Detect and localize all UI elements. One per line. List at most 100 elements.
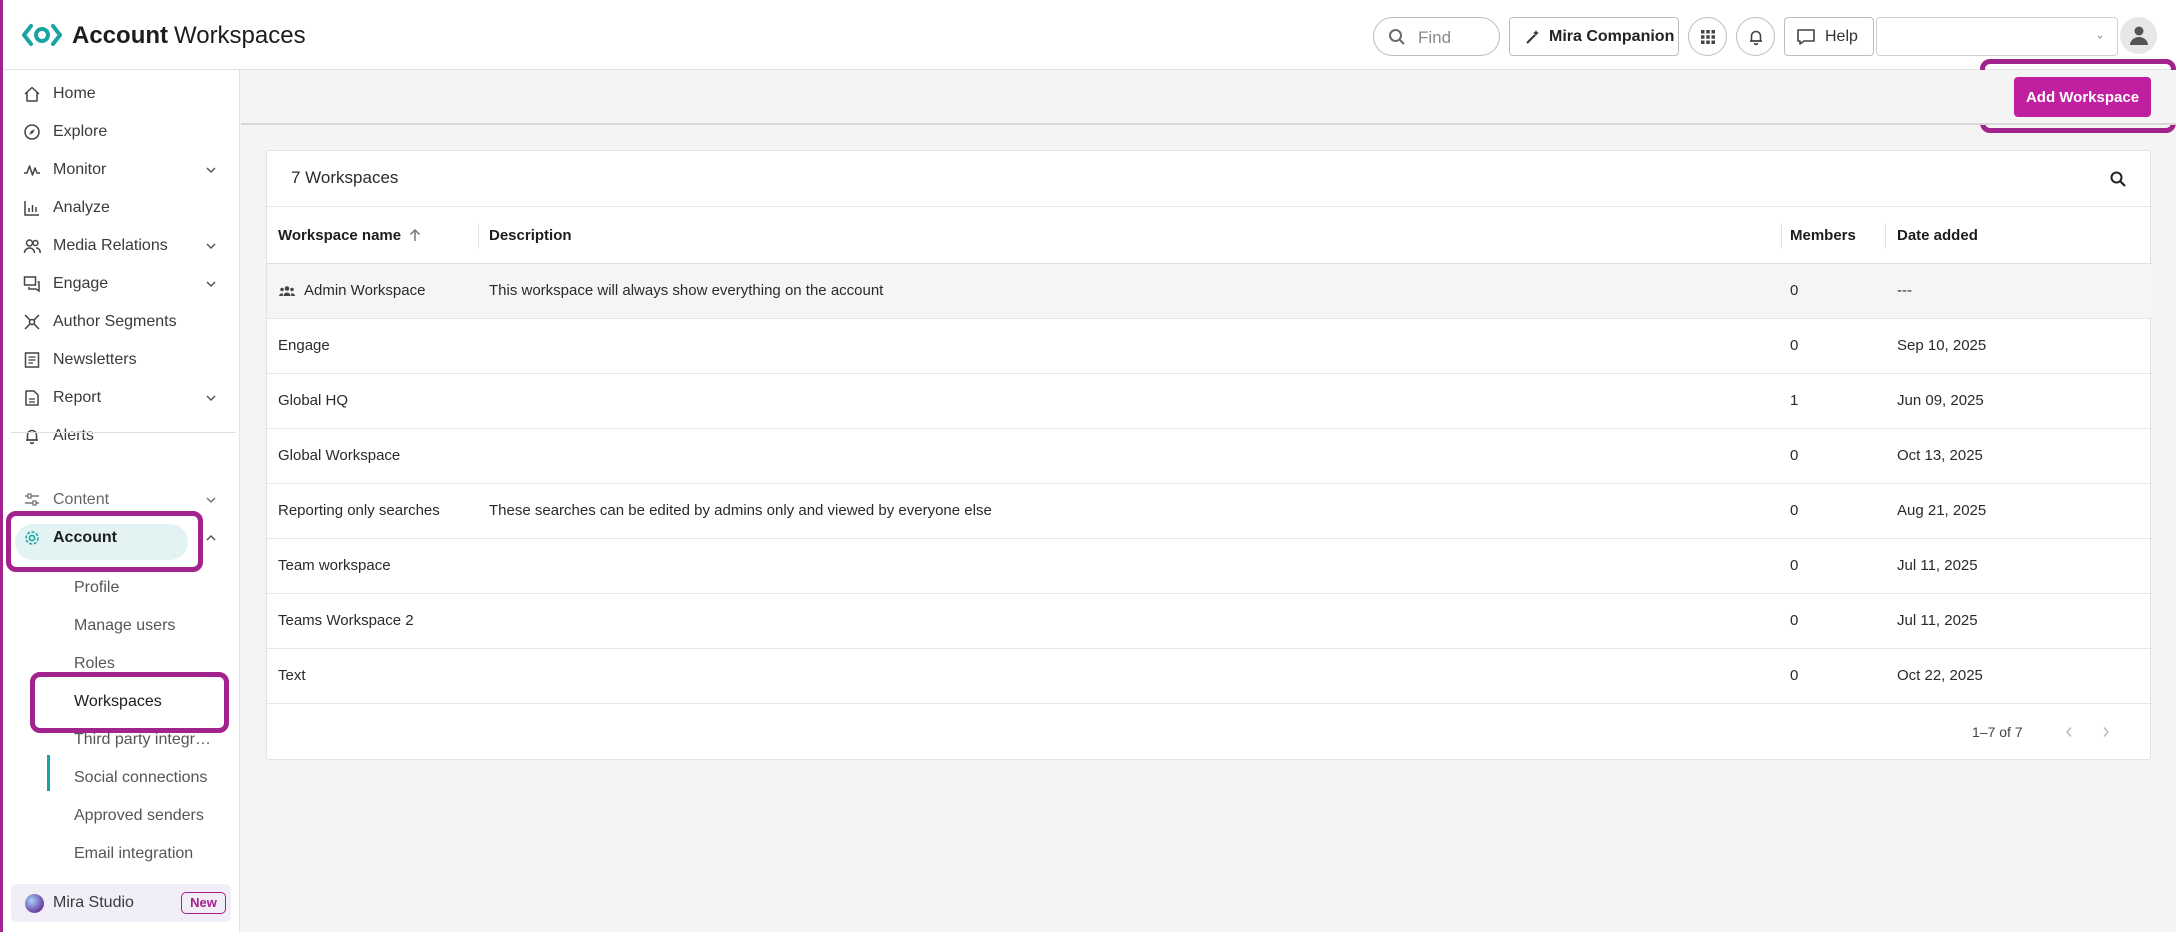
table-row[interactable]: Text 0 Oct 22, 2025 bbox=[267, 649, 2152, 704]
chevron-down-icon[interactable] bbox=[205, 495, 217, 505]
sidebar-item-media-relations[interactable]: Media Relations bbox=[3, 228, 240, 264]
sidebar-item-engage[interactable]: Engage bbox=[3, 266, 240, 302]
people-icon bbox=[23, 239, 41, 254]
bell-icon bbox=[1750, 30, 1762, 46]
sidebar-item-analyze[interactable]: Analyze bbox=[3, 190, 240, 226]
cell-workspace-name: Global HQ bbox=[278, 392, 349, 409]
table-row[interactable]: Teams Workspace 2 0 Jul 11, 2025 bbox=[267, 594, 2152, 649]
chevron-down-icon[interactable] bbox=[205, 393, 217, 403]
table-row[interactable]: Reporting only searches These searches c… bbox=[267, 484, 2152, 539]
cell-workspace-name: Text bbox=[278, 667, 306, 684]
cell-description: These searches can be edited by admins o… bbox=[489, 502, 992, 519]
cell-workspace-name: Global Workspace bbox=[278, 447, 401, 464]
chevron-down-icon[interactable] bbox=[205, 279, 217, 289]
window-frame-edge bbox=[0, 0, 3, 932]
cell-workspace-name: Teams Workspace 2 bbox=[278, 612, 414, 629]
active-indicator bbox=[47, 755, 50, 791]
sidebar-item-label: Analyze bbox=[53, 199, 110, 216]
sidebar-subitem-profile[interactable]: Profile bbox=[74, 573, 224, 603]
compass-icon bbox=[24, 124, 40, 140]
chevron-down-icon[interactable] bbox=[205, 165, 217, 175]
sidebar-item-explore[interactable]: Explore bbox=[3, 114, 240, 150]
sidebar-item-report[interactable]: Report bbox=[3, 380, 240, 416]
page-title-section: Account bbox=[72, 22, 168, 49]
workspaces-table-card: 7 Workspaces Workspace name Description … bbox=[266, 150, 2152, 760]
sidebar: Home Explore Monitor Analyze Media Relat… bbox=[3, 70, 240, 932]
brand-logo-icon[interactable] bbox=[22, 22, 62, 48]
cell-date-added: Aug 21, 2025 bbox=[1897, 502, 1987, 519]
sidebar-subitem-workspaces[interactable]: Workspaces bbox=[74, 687, 224, 717]
help-button[interactable]: Help bbox=[1784, 17, 1874, 56]
network-icon bbox=[24, 314, 40, 330]
apps-grid-button[interactable] bbox=[1688, 17, 1727, 56]
mira-companion-button[interactable]: Mira Companion bbox=[1509, 17, 1679, 56]
cell-members: 0 bbox=[1790, 502, 1799, 519]
account-selector[interactable] bbox=[1876, 17, 2118, 56]
table-row[interactable]: Global HQ 1 Jun 09, 2025 bbox=[267, 374, 2152, 429]
chevron-down-icon[interactable] bbox=[205, 241, 217, 251]
cell-workspace-name: Team workspace bbox=[278, 557, 391, 574]
pagination-range: 1–7 of 7 bbox=[1972, 724, 2023, 740]
sidebar-item-home[interactable]: Home bbox=[3, 76, 240, 112]
table-title: 7 Workspaces bbox=[291, 168, 399, 187]
sidebar-subitem-approved-senders[interactable]: Approved senders bbox=[74, 801, 224, 831]
sort-ascending-icon[interactable] bbox=[408, 227, 422, 243]
sidebar-subitem-email-integration[interactable]: Email integration bbox=[74, 839, 224, 869]
sidebar-item-author-segments[interactable]: Author Segments bbox=[3, 304, 240, 340]
cell-workspace-name: Admin Workspace bbox=[304, 282, 426, 299]
cell-members: 0 bbox=[1790, 447, 1799, 464]
new-badge: New bbox=[181, 892, 226, 914]
mira-studio-label: Mira Studio bbox=[53, 894, 134, 911]
bar-chart-icon bbox=[24, 201, 39, 216]
column-header-workspace-name[interactable]: Workspace name bbox=[278, 227, 401, 244]
report-icon bbox=[25, 390, 39, 406]
chevron-left-icon[interactable] bbox=[2064, 726, 2074, 738]
sidebar-item-label: Media Relations bbox=[53, 237, 168, 254]
column-header-members[interactable]: Members bbox=[1790, 227, 1856, 244]
chevron-right-icon[interactable] bbox=[2101, 726, 2111, 738]
search-icon[interactable] bbox=[2109, 170, 2127, 188]
find-placeholder: Find bbox=[1418, 28, 1452, 47]
cell-workspace-name: Reporting only searches bbox=[278, 502, 440, 519]
table-row[interactable]: Team workspace 0 Jul 11, 2025 bbox=[267, 539, 2152, 594]
help-label: Help bbox=[1825, 28, 1858, 45]
user-avatar[interactable] bbox=[2120, 17, 2157, 54]
column-header-description[interactable]: Description bbox=[489, 227, 572, 244]
sidebar-subitem-roles[interactable]: Roles bbox=[74, 649, 224, 679]
sidebar-item-label: Newsletters bbox=[53, 351, 137, 368]
table-row[interactable]: Engage 0 Sep 10, 2025 bbox=[267, 319, 2152, 374]
mira-studio-link[interactable]: Mira Studio New bbox=[11, 884, 231, 922]
sidebar-subitem-third-party-integrations[interactable]: Third party integrations bbox=[74, 725, 214, 755]
column-separator[interactable] bbox=[1781, 223, 1782, 249]
column-separator[interactable] bbox=[1885, 223, 1886, 249]
table-header: Workspace name Description Members Date … bbox=[267, 206, 2152, 264]
chat-bubble-icon bbox=[1797, 29, 1815, 45]
table-row[interactable]: Admin Workspace This workspace will alwa… bbox=[267, 264, 2152, 319]
mira-companion-label: Mira Companion bbox=[1549, 28, 1675, 45]
table-row[interactable]: Global Workspace 0 Oct 13, 2025 bbox=[267, 429, 2152, 484]
sidebar-item-newsletters[interactable]: Newsletters bbox=[3, 342, 240, 378]
sidebar-subitem-manage-users[interactable]: Manage users bbox=[74, 611, 224, 641]
cell-date-added: Oct 22, 2025 bbox=[1897, 667, 1983, 684]
caret-down-icon bbox=[2097, 35, 2103, 39]
find-input[interactable]: Find bbox=[1373, 17, 1500, 56]
chevron-up-icon[interactable] bbox=[205, 533, 217, 543]
bell-icon bbox=[26, 429, 38, 445]
sidebar-item-label: Alerts bbox=[53, 427, 94, 444]
column-separator[interactable] bbox=[478, 223, 479, 249]
sidebar-subitem-social-connections[interactable]: Social connections bbox=[74, 763, 224, 793]
column-header-date-added[interactable]: Date added bbox=[1897, 227, 1978, 244]
cell-members: 0 bbox=[1790, 612, 1799, 629]
grid-icon bbox=[1701, 30, 1715, 44]
group-icon bbox=[279, 286, 295, 296]
sidebar-item-monitor[interactable]: Monitor bbox=[3, 152, 240, 188]
sidebar-item-content[interactable]: Content bbox=[3, 482, 240, 518]
magic-wand-icon bbox=[1526, 30, 1539, 44]
sidebar-item-account[interactable]: Account bbox=[3, 520, 240, 556]
sidebar-item-alerts[interactable]: Alerts bbox=[3, 418, 240, 454]
notifications-button[interactable] bbox=[1736, 17, 1775, 56]
sidebar-item-label: Explore bbox=[53, 123, 108, 140]
cell-workspace-name: Engage bbox=[278, 337, 330, 354]
add-workspace-button[interactable]: Add Workspace bbox=[2014, 77, 2151, 117]
sidebar-item-label: Content bbox=[53, 491, 110, 508]
